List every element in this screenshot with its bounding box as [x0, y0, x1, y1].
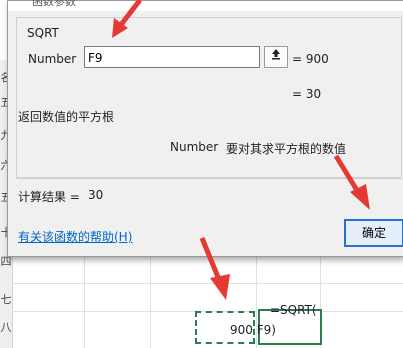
ok-button[interactable]: 确定 [344, 219, 403, 247]
function-help-link[interactable]: 有关该函数的帮助(H) [18, 228, 132, 245]
formula-result-display: = 30 [292, 87, 322, 101]
function-name: SQRT [27, 26, 59, 40]
upload-arrow-icon [272, 49, 280, 60]
cell-formula-line2: 900 F9) [230, 323, 276, 337]
calc-result-value: 30 [88, 188, 104, 202]
function-description: 返回数值的平方根 [18, 110, 115, 124]
cell-formula-line1: =SQRT( [270, 303, 317, 317]
function-arguments-dialog: 函数参数 SQRT Number F9 = 900 = 30 返回数值的平方根 … [7, 0, 403, 257]
grid-line [84, 250, 85, 348]
arg-description-text: 要对其求平方根的数值 [226, 142, 347, 156]
arg-description-name: Number [170, 140, 219, 154]
dialog-title: 函数参数 [32, 0, 76, 8]
row-header-9[interactable]: 八 [0, 318, 12, 338]
arg-value-display: = 900 [292, 52, 329, 66]
dialog-titlebar[interactable]: 函数参数 [8, 0, 403, 11]
row-header-8[interactable]: 七 [0, 290, 12, 310]
collapse-ref-icon[interactable] [264, 46, 288, 68]
number-arg-label: Number [28, 52, 77, 66]
grid-line [150, 250, 151, 348]
red-arrow-icon-cell [199, 237, 230, 300]
calc-result-label: 计算结果 = [18, 190, 80, 204]
red-arrow-icon-input [112, 0, 142, 38]
red-arrow-icon-ok [333, 154, 370, 210]
number-arg-input[interactable]: F9 [84, 46, 260, 68]
